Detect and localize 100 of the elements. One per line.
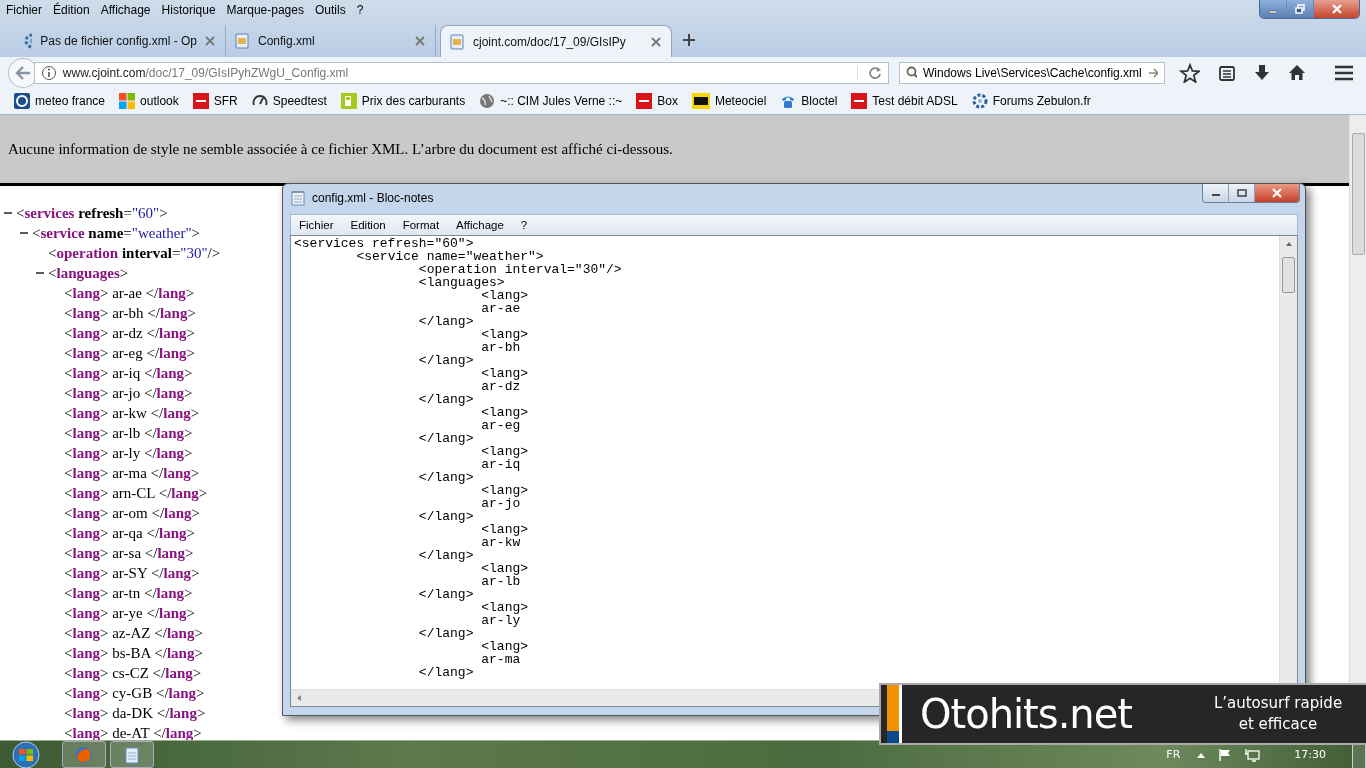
xml-element-line: <lang> ar-ly </lang> bbox=[64, 444, 193, 462]
xml-element-line: <lang> ar-eg </lang> bbox=[64, 344, 196, 362]
bookmark-item[interactable]: Box bbox=[636, 93, 678, 109]
xml-element-line: <lang> arn-CL </lang> bbox=[64, 484, 208, 502]
network-icon[interactable] bbox=[1244, 747, 1261, 762]
menu-item[interactable]: Fichier bbox=[6, 3, 42, 17]
bookmark-item[interactable]: Forums Zebulon.fr bbox=[971, 93, 1091, 109]
xml-element-line: <lang> da-DK </lang> bbox=[64, 704, 206, 722]
bookmark-item[interactable]: Prix des carburants bbox=[340, 93, 466, 109]
maximize-button[interactable] bbox=[1229, 184, 1255, 202]
close-button[interactable] bbox=[1255, 184, 1299, 202]
xml-element-line: <lang> ar-qa </lang> bbox=[64, 524, 196, 542]
weather-logo-icon bbox=[14, 93, 30, 109]
scrollbar-thumb[interactable] bbox=[1352, 133, 1365, 255]
search-field[interactable]: Windows Live\Services\Cache\config.xml bbox=[898, 61, 1165, 84]
menu-item[interactable]: Fichier bbox=[299, 219, 334, 231]
maximize-icon bbox=[1236, 189, 1247, 197]
bookmark-item[interactable]: ~:: CIM Jules Verne ::~ bbox=[479, 93, 623, 109]
scroll-up-icon[interactable] bbox=[1284, 241, 1293, 247]
square-logo-icon bbox=[192, 93, 209, 109]
menu-item[interactable]: Édition bbox=[53, 3, 90, 17]
bookmark-item[interactable]: SFR bbox=[192, 93, 238, 109]
xml-element-line: <service name="weather"> bbox=[32, 224, 200, 242]
clock[interactable]: 17:30 bbox=[1294, 748, 1326, 761]
flag-icon[interactable] bbox=[1218, 747, 1233, 762]
menu-item[interactable]: Format bbox=[402, 219, 440, 231]
xml-element-line: <lang> ar-SY </lang> bbox=[64, 564, 200, 582]
menu-item[interactable]: Historique bbox=[161, 3, 216, 17]
scroll-left-icon[interactable] bbox=[296, 694, 302, 702]
bookmark-item[interactable]: Speedtest bbox=[251, 93, 327, 109]
close-tab-icon[interactable] bbox=[415, 36, 425, 46]
gear-icon bbox=[24, 33, 33, 49]
back-arrow-icon bbox=[14, 65, 31, 80]
notepad-icon bbox=[123, 745, 141, 764]
minimize-button[interactable] bbox=[1203, 184, 1229, 202]
address-field[interactable]: www.cjoint.com/doc/17_09/GIsIPyhZWgU_Config.xml bbox=[33, 61, 889, 84]
xml-element-line: <lang> de-AT </lang> bbox=[64, 724, 202, 740]
language-indicator[interactable]: FR bbox=[1166, 748, 1181, 761]
bookmark-item[interactable]: Bloctel bbox=[780, 93, 838, 109]
fuel-pump-icon bbox=[340, 93, 357, 109]
download-icon[interactable] bbox=[1254, 63, 1271, 82]
reading-list-icon[interactable] bbox=[1218, 63, 1237, 82]
menu-icon[interactable] bbox=[1334, 64, 1354, 81]
xml-element-line: <services refresh="60"> bbox=[16, 204, 168, 222]
xml-element-line: <lang> ar-sa </lang> bbox=[64, 544, 194, 562]
gear-icon bbox=[971, 93, 988, 109]
document-icon bbox=[449, 33, 465, 50]
windows-icon bbox=[119, 93, 136, 109]
xml-element-line: <lang> bs-BA </lang> bbox=[64, 644, 203, 662]
menu-item[interactable]: Outils bbox=[314, 3, 346, 17]
notification-popup[interactable]: Otohits.net L’autosurf rapide et efficace bbox=[879, 683, 1366, 745]
close-icon bbox=[1271, 188, 1283, 198]
bookmark-item[interactable]: meteo france bbox=[14, 93, 106, 109]
reload-icon[interactable] bbox=[856, 65, 882, 80]
xml-element-line: <lang> ar-jo </lang> bbox=[64, 384, 193, 402]
window-title: config.xml - Bloc-notes bbox=[312, 191, 434, 205]
menu-item[interactable]: Edition bbox=[350, 219, 386, 231]
restore-button[interactable] bbox=[1287, 0, 1314, 18]
close-tab-icon[interactable] bbox=[205, 36, 215, 46]
xml-element-line: <lang> ar-bh </lang> bbox=[64, 304, 196, 322]
xml-element-line: <lang> ar-dz </lang> bbox=[64, 324, 196, 342]
xml-element-line: <languages> bbox=[48, 264, 129, 282]
go-arrow-icon[interactable] bbox=[1147, 67, 1158, 78]
bookmark-item[interactable]: Test débit ADSL bbox=[851, 93, 958, 109]
menu-item[interactable]: ? bbox=[356, 3, 364, 17]
restore-icon bbox=[1295, 4, 1305, 14]
document-icon bbox=[234, 33, 250, 49]
xml-element-line: <lang> ar-ye </lang> bbox=[64, 604, 196, 622]
close-tab-icon[interactable] bbox=[651, 36, 661, 47]
scrollbar-thumb[interactable] bbox=[1282, 257, 1295, 293]
square-logo-icon bbox=[691, 93, 710, 109]
xml-element-line: <lang> cy-GB </lang> bbox=[64, 684, 205, 702]
close-icon bbox=[1330, 4, 1343, 14]
xml-element-line: <lang> ar-iq </lang> bbox=[64, 364, 193, 382]
bookmark-item[interactable]: outlook bbox=[119, 93, 179, 109]
notepad-icon bbox=[290, 190, 306, 206]
brand-name: Otohits.net bbox=[920, 691, 1132, 737]
xml-element-line: <lang> ar-lb </lang> bbox=[64, 424, 193, 442]
search-icon bbox=[905, 65, 917, 80]
close-button[interactable] bbox=[1314, 0, 1359, 18]
xml-element-line: <lang> ar-ma </lang> bbox=[64, 464, 200, 482]
fox-globe-icon bbox=[75, 745, 93, 764]
info-icon[interactable] bbox=[40, 64, 57, 81]
xml-element-line: <lang> cs-CZ </lang> bbox=[64, 664, 202, 682]
taskbar-button[interactable] bbox=[110, 741, 154, 768]
menu-item[interactable]: ? bbox=[520, 219, 528, 231]
xml-element-line: <lang> ar-tn </lang> bbox=[64, 584, 193, 602]
menu-item[interactable]: Affichage bbox=[100, 3, 151, 17]
new-tab-icon[interactable] bbox=[682, 33, 696, 47]
browser-tab[interactable]: cjoint.com/doc/17_09/GIsIPy bbox=[440, 25, 672, 57]
xml-element-line: <lang> ar-kw </lang> bbox=[64, 404, 200, 422]
home-icon[interactable] bbox=[1288, 63, 1307, 82]
bookmark-star-icon[interactable] bbox=[1178, 62, 1201, 83]
menu-item[interactable]: Affichage bbox=[456, 219, 504, 231]
bookmark-item[interactable]: Meteociel bbox=[691, 93, 767, 109]
globe-icon bbox=[479, 93, 496, 109]
menu-item[interactable]: Marque-pages bbox=[226, 3, 304, 17]
xml-element-line: <lang> ar-om </lang> bbox=[64, 504, 201, 522]
xml-element-line: <lang> ar-ae </lang> bbox=[64, 284, 195, 302]
square-logo-icon bbox=[851, 93, 868, 109]
